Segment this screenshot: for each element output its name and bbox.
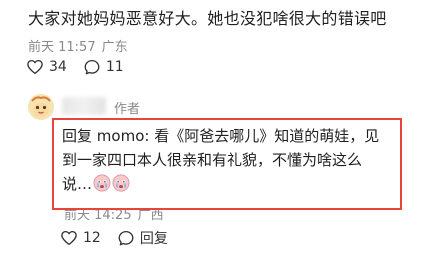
comment-reply-button[interactable]: 11 [83,58,124,76]
reply-text: 回复 momo: 看《阿爸去哪儿》知道的萌娃，见 到一家四口本人很亲和有礼貌，不… [62,124,400,196]
chat-bubble-icon [118,230,134,246]
comment-actions: 34 11 [26,58,140,76]
reply-line-2: 到一家四口本人很亲和有礼貌，不懂为啥这么 [62,151,363,169]
reply-time: 前天 14:25 [64,208,132,223]
reply-reply-button[interactable]: 回复 [117,228,168,248]
reply-reply-label: 回复 [139,231,168,247]
reply-text-line-1: 看《阿爸去哪儿》知道的萌娃，见 [154,127,380,145]
comment-like-button[interactable]: 34 [26,58,67,76]
author-badge: 作者 [114,102,141,117]
reply-to-name[interactable]: momo [97,127,145,145]
comment-time: 前天 11:57 [28,40,96,55]
author-reply: 作者 回复 momo: 看《阿爸去哪儿》知道的萌娃，见 到一家四口本人很亲和有礼… [0,88,434,267]
blurred-username [62,97,106,115]
reply-like-button[interactable]: 12 [60,229,101,247]
reply-prefix: 回复 [62,127,93,145]
reply-line-1: 回复 momo: 看《阿爸去哪儿》知道的萌娃，见 [62,127,380,145]
reply-like-count: 12 [83,230,101,246]
reply-text-line-3: 说… [62,175,93,193]
comment-reply-count: 11 [105,59,124,75]
reply-location: 广西 [137,208,164,223]
crying-emoji-icon [93,174,111,192]
comment-meta: 前天 11:57 广东 [28,36,128,55]
comment-like-count: 34 [49,59,67,75]
reply-meta: 前天 14:25 广西 [62,204,166,223]
reply-actions: 12 回复 [60,228,184,248]
heart-outline-icon [27,59,43,75]
chat-bubble-icon [84,59,100,75]
comment-location: 广东 [101,40,128,55]
avatar-icon[interactable] [28,94,54,120]
reply-line-3: 说… [62,172,400,196]
comment-text: 大家对她妈妈恶意好大。她也没犯啥很大的错误吧 [28,9,387,28]
heart-outline-icon [61,230,77,246]
crying-emoji-icon [112,174,130,192]
